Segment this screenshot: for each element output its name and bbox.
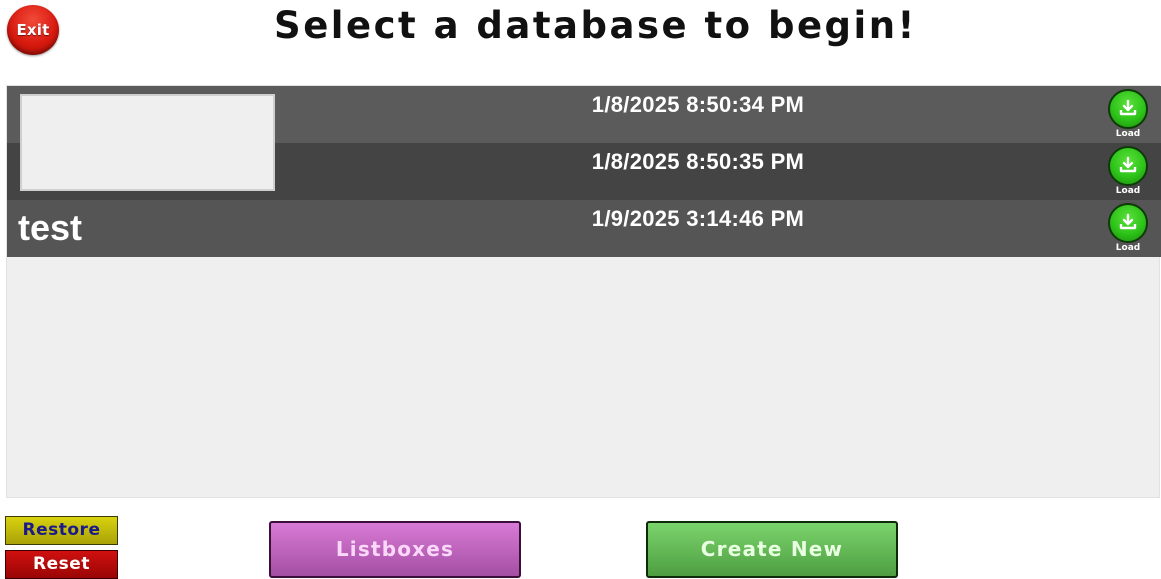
download-icon	[1108, 89, 1148, 129]
database-select-screen: Exit Select a database to begin! 1/8/202…	[0, 0, 1161, 579]
reset-button[interactable]: Reset	[5, 550, 118, 579]
load-label: Load	[1115, 186, 1141, 196]
database-list[interactable]: 1/8/2025 8:50:34 PM Load 1/8/2025 8:50:3…	[6, 85, 1161, 498]
restore-button[interactable]: Restore	[5, 516, 118, 545]
load-button[interactable]: Load	[1105, 146, 1151, 198]
listboxes-button[interactable]: Listboxes	[269, 521, 521, 578]
load-button[interactable]: Load	[1105, 203, 1151, 255]
page-title: Select a database to begin!	[274, 4, 917, 47]
database-timestamp: 1/9/2025 3:14:46 PM	[591, 206, 805, 231]
download-icon	[1108, 146, 1148, 186]
load-label: Load	[1115, 129, 1141, 139]
load-button[interactable]: Load	[1105, 89, 1151, 141]
load-label: Load	[1115, 243, 1141, 253]
database-preview-box	[20, 94, 275, 191]
database-row[interactable]: test 1/9/2025 3:14:46 PM Load	[7, 200, 1161, 257]
download-icon	[1108, 203, 1148, 243]
create-new-button[interactable]: Create New	[646, 521, 898, 578]
